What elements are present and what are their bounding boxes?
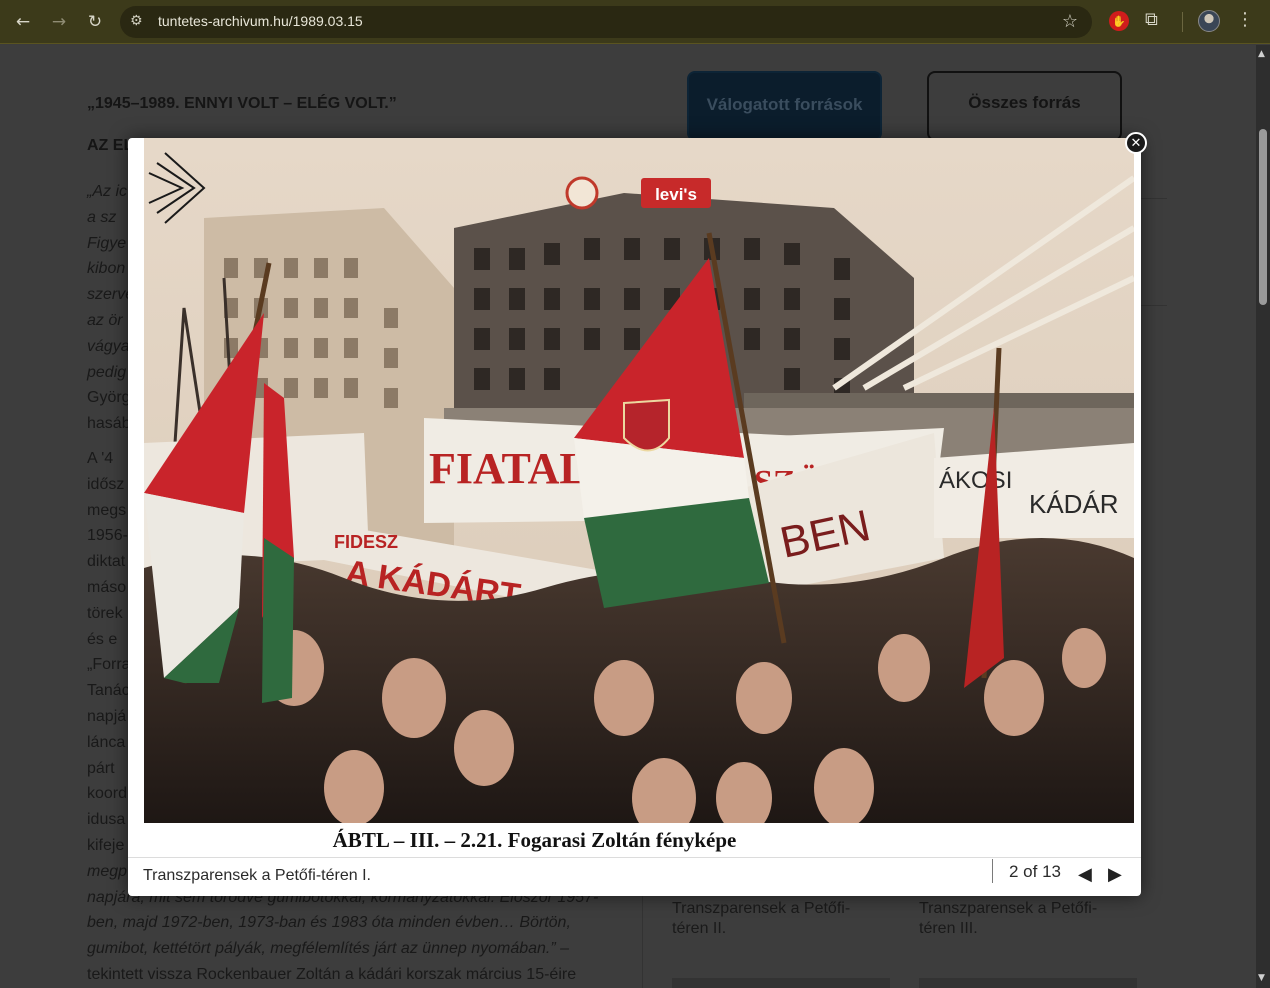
thumbnail-caption[interactable]: Transzparensek a Petőfi-téren III. [919, 899, 1119, 939]
scroll-down-icon[interactable]: ▼ [1258, 973, 1265, 983]
banner-text: FIDESZ [334, 532, 398, 552]
close-icon[interactable]: ✕ [1125, 132, 1147, 154]
thumbnail-image[interactable] [672, 978, 890, 988]
thumbnail-caption[interactable]: Transzparensek a Petőfi-téren II. [672, 899, 872, 939]
paragraph-line: tekintett vissza Rockenbauer Zoltán a ká… [87, 965, 577, 983]
protest-photo: levi's FIATAL DEM SZÖVETSÉG FIDESZ A KÁD… [144, 138, 1134, 823]
back-icon[interactable]: ← [10, 9, 36, 35]
profile-avatar[interactable] [1198, 10, 1220, 32]
scroll-up-icon[interactable]: ▲ [1258, 49, 1265, 59]
all-sources-button[interactable]: Összes forrás [927, 71, 1122, 141]
next-arrow-icon[interactable]: ▶ [1108, 865, 1122, 885]
lightbox-title: Transzparensek a Petőfi-téren I. [143, 867, 371, 884]
browser-menu-icon[interactable]: ⋮ [1236, 9, 1254, 30]
banner-text: KÁDÁR [1029, 489, 1119, 519]
extension-stop-icon[interactable]: ✋ [1109, 11, 1129, 31]
lightbox-divider [128, 857, 1141, 858]
counter-divider [992, 859, 993, 883]
paragraph-line: ben, majd 1972-ben, 1973-ban és 1983 óta… [87, 914, 571, 932]
banner-text: ÁKOSI [939, 467, 1012, 494]
address-bar[interactable]: ⚙ tuntetes-archivum.hu/1989.03.15 ☆ [120, 6, 1092, 38]
site-settings-icon[interactable]: ⚙ [130, 13, 143, 29]
forward-icon[interactable]: → [46, 9, 72, 35]
article-subheading: AZ EL [87, 137, 134, 154]
toolbar-divider [1182, 12, 1183, 32]
page-scrollbar[interactable]: ▲ ▼ [1256, 45, 1270, 988]
scan-caption: ÁBTL – III. – 2.21. Fogarasi Zoltán fény… [332, 828, 737, 852]
scrollbar-thumb[interactable] [1259, 129, 1267, 305]
paragraph-line: gumibot, kettétört pályák, megfélemlítés… [87, 940, 570, 958]
thumbnail-image[interactable] [919, 978, 1137, 988]
selected-sources-button[interactable]: Válogatott források [687, 71, 882, 141]
extensions-puzzle-icon[interactable]: ⧉ [1145, 9, 1158, 30]
browser-toolbar: ← → ↻ ⚙ tuntetes-archivum.hu/1989.03.15 … [0, 0, 1270, 44]
lightbox-photo: levi's FIATAL DEM SZÖVETSÉG FIDESZ A KÁD… [144, 138, 1134, 823]
image-counter: 2 of 13 [1009, 862, 1061, 881]
bookmark-star-icon[interactable]: ☆ [1062, 11, 1078, 32]
url-text[interactable]: tuntetes-archivum.hu/1989.03.15 [158, 13, 363, 29]
rooftop-sign-text: levi's [655, 185, 697, 204]
previous-arrow-icon[interactable]: ◀ [1078, 865, 1092, 885]
reload-icon[interactable]: ↻ [82, 9, 108, 35]
article-heading: „1945–1989. ENNYI VOLT – ELÉG VOLT.” [87, 95, 397, 112]
image-lightbox: levi's FIATAL DEM SZÖVETSÉG FIDESZ A KÁD… [128, 132, 1147, 896]
